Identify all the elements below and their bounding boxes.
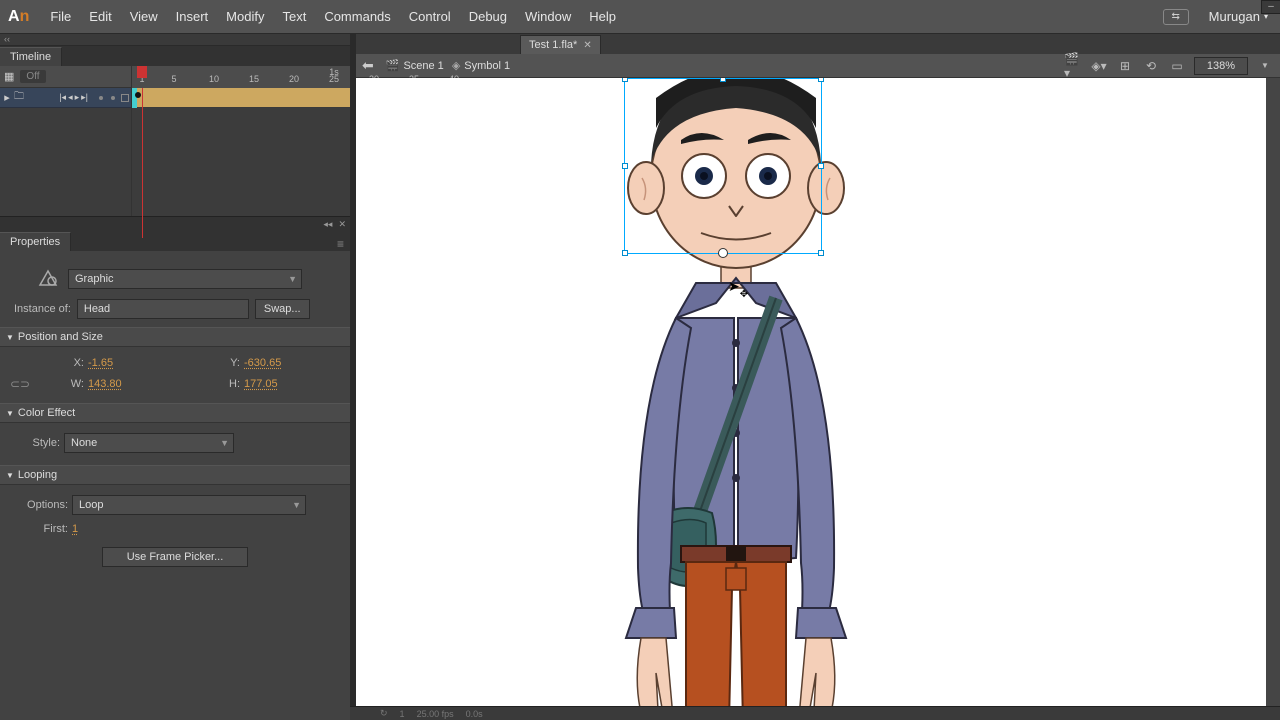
move-cursor-icon: ➤✥ — [728, 278, 748, 295]
lock-aspect-icon[interactable]: ⊂⊃ — [10, 377, 26, 391]
playhead-icon[interactable] — [137, 66, 147, 78]
frames-area[interactable] — [132, 88, 350, 216]
loop-playback-icon[interactable]: ↻ — [380, 708, 388, 719]
menu-modify[interactable]: Modify — [217, 9, 273, 24]
ruler-tick: 10 — [209, 74, 219, 84]
menu-window[interactable]: Window — [516, 9, 580, 24]
loop-options-label: Options: — [10, 499, 68, 511]
style-label: Style: — [10, 437, 60, 449]
edit-symbol-icon[interactable]: ◈▾ — [1090, 57, 1108, 75]
document-tab[interactable]: Test 1.fla*✕ — [520, 35, 601, 54]
layer-folder-icon: 🗀 — [14, 89, 28, 106]
sync-settings-icon[interactable]: ⇆ — [1163, 9, 1189, 25]
layer-row[interactable]: ▸ 🗀 |◂ ◂ ▸ ▸| — [0, 88, 131, 108]
scene-icon: 🎬 — [386, 59, 400, 72]
y-label: Y: — [190, 357, 240, 369]
collapse-strip[interactable]: ‹‹ — [0, 34, 350, 46]
loop-first-value[interactable]: 1 — [72, 523, 132, 535]
playback-next-icon[interactable]: ▸| — [80, 92, 89, 103]
ruler-tick: 5 — [171, 74, 176, 84]
symbol-icon: ◈ — [452, 59, 460, 72]
zoom-field[interactable]: 138% — [1194, 57, 1248, 75]
timeline-panel: Timeline ▦ Off 👁 🔒 ▢ 1s 1 5 — [0, 46, 350, 217]
onion-toggle[interactable]: Off — [20, 70, 45, 83]
section-looping[interactable]: ▼Looping — [0, 465, 350, 485]
y-value[interactable]: -630.65 — [244, 357, 304, 369]
symbol-crumb[interactable]: ◈Symbol 1 — [452, 59, 510, 72]
panel-collapse-icon[interactable]: ◂◂ — [323, 219, 332, 230]
loop-first-label: First: — [10, 523, 68, 535]
w-label: W: — [34, 378, 84, 390]
frame-picker-button[interactable]: Use Frame Picker... — [102, 547, 249, 567]
section-position-size[interactable]: ▼Position and Size — [0, 327, 350, 347]
zoom-dropdown-icon[interactable]: ▼ — [1256, 57, 1274, 75]
clip-content-icon[interactable]: ▭ — [1168, 57, 1186, 75]
menu-control[interactable]: Control — [400, 9, 460, 24]
stage-canvas[interactable]: ➤✥ — [356, 78, 1266, 706]
panel-menu-icon[interactable]: ≡ — [331, 237, 350, 251]
app-logo: An — [8, 8, 29, 26]
properties-tab[interactable]: Properties — [0, 232, 71, 251]
menu-text[interactable]: Text — [273, 9, 315, 24]
instance-of-label: Instance of: — [14, 303, 71, 315]
ruler-tick: 15 — [249, 74, 259, 84]
menubar: An File Edit View Insert Modify Text Com… — [0, 0, 1280, 34]
playback-first-icon[interactable]: |◂ — [58, 92, 67, 103]
menu-commands[interactable]: Commands — [315, 9, 399, 24]
loop-options-dropdown[interactable]: Loop▼ — [72, 495, 306, 515]
menu-help[interactable]: Help — [580, 9, 625, 24]
instance-name-field[interactable]: Head — [77, 299, 249, 319]
vertical-scrollbar[interactable] — [1266, 78, 1280, 706]
timeline-ruler[interactable]: 1s 1 5 10 15 20 25 30 35 40 — [132, 66, 350, 88]
menu-debug[interactable]: Debug — [460, 9, 516, 24]
h-label: H: — [190, 378, 240, 390]
close-icon[interactable]: ✕ — [583, 40, 591, 51]
instance-type-dropdown[interactable]: Graphic▼ — [68, 269, 302, 289]
back-arrow-icon[interactable]: ⬅ — [362, 57, 378, 74]
edit-bar: ⬅ 🎬Scene 1 ◈Symbol 1 🎬▾ ◈▾ ⊞ ⟲ ▭ 138% ▼ — [356, 54, 1280, 78]
rotate-view-icon[interactable]: ⟲ — [1142, 57, 1160, 75]
menu-view[interactable]: View — [121, 9, 167, 24]
section-color-effect[interactable]: ▼Color Effect — [0, 403, 350, 423]
menu-insert[interactable]: Insert — [167, 9, 218, 24]
restore-window-icon[interactable]: – — [1261, 0, 1280, 14]
document-tabbar: Test 1.fla*✕ — [356, 34, 1280, 54]
w-value[interactable]: 143.80 — [88, 378, 148, 390]
properties-panel: ◂◂ ✕ Properties ≡ Graphic▼ Instance of: He… — [0, 217, 350, 720]
x-label: X: — [34, 357, 84, 369]
menu-file[interactable]: File — [41, 9, 80, 24]
center-stage-icon[interactable]: ⊞ — [1116, 57, 1134, 75]
swap-button[interactable]: Swap... — [255, 299, 310, 319]
scene-crumb[interactable]: 🎬Scene 1 — [386, 59, 444, 72]
onion-skin-icon[interactable]: ▦ — [4, 70, 14, 83]
transform-pivot-icon[interactable] — [718, 248, 728, 258]
x-value[interactable]: -1.65 — [88, 357, 148, 369]
menu-edit[interactable]: Edit — [80, 9, 120, 24]
timeline-status: ↻ 1 25.00 fps 0.0s — [350, 706, 1280, 720]
timeline-tab[interactable]: Timeline — [0, 47, 62, 66]
ruler-tick: 25 — [329, 74, 339, 84]
panel-close-icon[interactable]: ✕ — [338, 219, 346, 230]
edit-scene-icon[interactable]: 🎬▾ — [1064, 57, 1082, 75]
h-value[interactable]: 177.05 — [244, 378, 304, 390]
graphic-symbol-icon — [38, 269, 58, 289]
color-style-dropdown[interactable]: None▼ — [64, 433, 234, 453]
ruler-tick: 20 — [289, 74, 299, 84]
selection-bbox[interactable] — [624, 78, 822, 254]
